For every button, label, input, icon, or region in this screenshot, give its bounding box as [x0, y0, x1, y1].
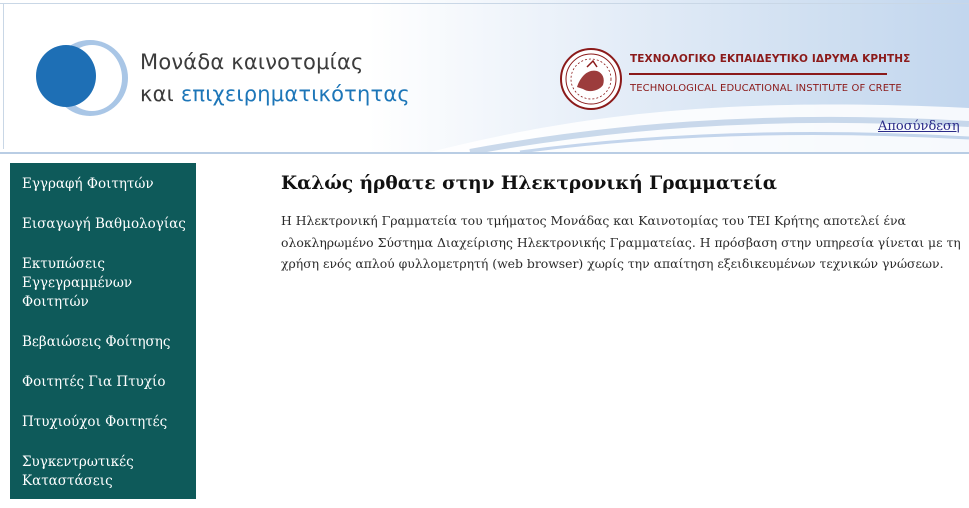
page-title: Καλώς ήρθατε στην Ηλεκτρονική Γραμματεία: [281, 173, 777, 194]
institute-name-greek: ΤΕΧΝΟΛΟΓΙΚΟ ΕΚΠΑΙΔΕΥΤΙΚΟ ΙΔΡΥΜΑ ΚΡΗΤΗΣ: [630, 53, 911, 65]
tei-seal-icon: [560, 48, 622, 110]
sidebar-item-summary-reports[interactable]: Συγκεντρωτικές Καταστάσεις: [22, 453, 192, 491]
intro-paragraph: Η Ηλεκτρονική Γραμματεία του τμήματος Μο…: [281, 213, 961, 271]
sidebar-item-print-registered-students[interactable]: Εκτυπώσεις Εγγεγραμμένων Φοιτητών: [22, 255, 192, 312]
sidebar-item-student-registration[interactable]: Εγγραφή Φοιτητών: [22, 175, 192, 194]
logout-link[interactable]: Αποσύνδεση: [878, 119, 960, 134]
header-banner: Μονάδα καινοτομίας και επιχειρηματικότητ…: [0, 0, 969, 154]
sidebar-item-attendance-certificates[interactable]: Βεβαιώσεις Φοίτησης: [22, 333, 192, 352]
unit-title-line2-a: και: [140, 82, 174, 106]
sidebar-item-graduate-students[interactable]: Πτυχιούχοι Φοιτητές: [22, 413, 192, 432]
unit-title-line2-b: επιχειρηματικότητας: [180, 82, 410, 106]
unit-title-line1: Μονάδα καινοτομίας: [140, 50, 364, 74]
unit-title: Μονάδα καινοτομίας και επιχειρηματικότητ…: [140, 46, 410, 110]
sidebar-item-students-for-degree[interactable]: Φοιτητές Για Πτυχίο: [22, 373, 192, 392]
unit-logo-icon: [36, 40, 128, 116]
sidebar-nav: Εγγραφή Φοιτητών Εισαγωγή Βαθμολογίας Εκ…: [10, 163, 196, 499]
institute-name-english: TECHNOLOGICAL EDUCATIONAL INSTITUTE OF C…: [630, 83, 902, 94]
sidebar-item-grade-entry[interactable]: Εισαγωγή Βαθμολογίας: [22, 215, 192, 234]
institute-divider: [629, 73, 887, 75]
